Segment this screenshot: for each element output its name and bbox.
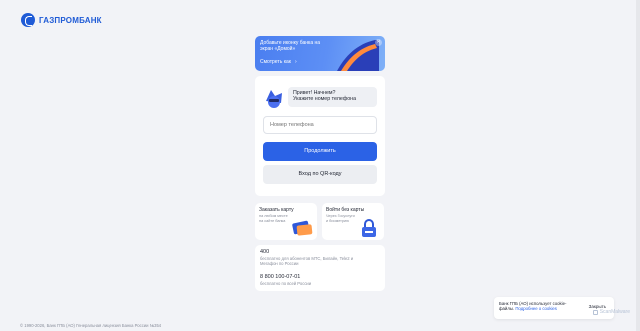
short-phone-description: бесплатно для абонентов МТС, Билайн, Tel… [260, 256, 354, 266]
banner-link-label: Смотреть как [260, 59, 291, 65]
no-card-title: Войти без карты [326, 207, 365, 213]
chevron-right-icon: › [294, 59, 297, 65]
continue-button[interactable]: Продолжить [263, 142, 377, 161]
contacts-card: 400 бесплатно для абонентов МТС, Билайн,… [255, 245, 385, 291]
close-icon[interactable]: ✕ [375, 39, 382, 46]
order-card-title: Заказать карту [259, 207, 294, 213]
bank-logo[interactable]: ГАЗПРОМБАНК [21, 13, 102, 27]
cookie-more-link[interactable]: Подробнее о cookies [515, 306, 557, 311]
no-card-subtitle: Через Госуслуги и биометрию [326, 214, 355, 223]
qr-login-button[interactable]: Вход по QR-коду [263, 165, 377, 184]
bank-card-icon [292, 220, 313, 236]
long-phone-number[interactable]: 8 800 100-07-01 [260, 274, 300, 280]
long-phone-description: бесплатно по всей России [260, 281, 312, 286]
banner-link[interactable]: Смотреть как › [260, 59, 297, 65]
banner-title: Добавьте иконку банка на экран «Домой» [260, 40, 321, 52]
footer-copyright: © 1990-2026, Банк ГПБ (АО) Генеральная л… [20, 323, 162, 328]
add-to-home-banner[interactable]: Добавьте иконку банка на экран «Домой» С… [255, 36, 385, 71]
cookie-text: Банк ГПБ (АО) использует cookie-файлы. П… [499, 301, 579, 311]
short-phone-number[interactable]: 400 [260, 249, 269, 255]
phone-illustration-icon [337, 40, 379, 71]
order-card-subtitle: на любом месте на сайте банка [259, 214, 288, 223]
mascot-icon [266, 90, 282, 108]
watermark-text: ScanMalware [599, 309, 630, 315]
login-card: Привет! Начнем? Укажите номер телефона П… [255, 76, 385, 196]
brand-name: ГАЗПРОМБАНК [39, 15, 102, 25]
watermark: ScanMalware [592, 309, 630, 315]
greeting-line2: Укажите номер телефона [293, 96, 357, 102]
order-card-tile[interactable]: Заказать карту на любом месте на сайте б… [255, 203, 317, 240]
phone-input[interactable] [263, 116, 377, 134]
scrollbar[interactable] [636, 0, 640, 331]
cookie-notice: Банк ГПБ (АО) использует cookie-файлы. П… [494, 297, 614, 319]
greeting-bubble: Привет! Начнем? Укажите номер телефона [288, 87, 377, 107]
login-without-card-tile[interactable]: Войти без карты Через Госуслуги и биомет… [322, 203, 384, 240]
gazprombank-logo-icon [21, 13, 35, 27]
scanmalware-icon [592, 309, 598, 315]
lock-icon [362, 219, 376, 237]
